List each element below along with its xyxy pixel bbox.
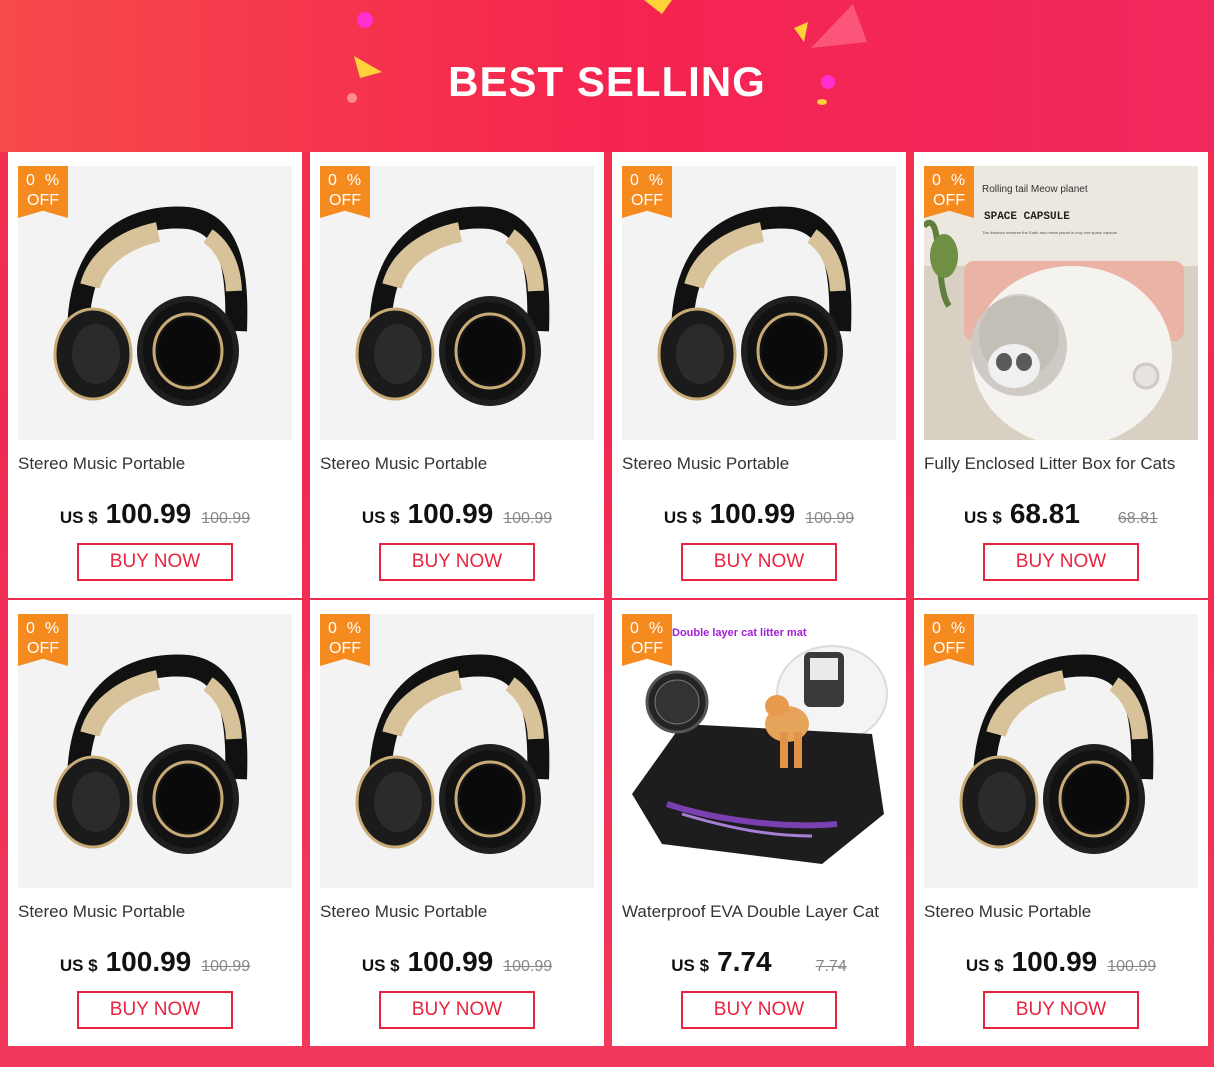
price-row: US $ 100.99 100.99 — [8, 498, 302, 530]
price-row: US $ 100.99 100.99 — [914, 946, 1208, 978]
image-caption-line: Rolling tail Meow planet — [982, 184, 1088, 195]
buy-now-button[interactable]: BUY NOW — [379, 543, 535, 581]
product-grid: 0% OFF Stereo Music Portable US $ 100.99 1… — [8, 152, 1212, 1047]
price: 100.99 — [105, 498, 192, 529]
currency-label: US $ — [663, 508, 702, 527]
old-price: 100.99 — [503, 958, 553, 975]
price-row: US $ 100.99 100.99 — [8, 946, 302, 978]
product-title[interactable]: Stereo Music Portable — [18, 454, 298, 474]
off-label: OFF — [631, 640, 663, 657]
currency-label: US $ — [965, 956, 1004, 975]
price: 100.99 — [1011, 946, 1098, 977]
discount-unit: % — [648, 172, 674, 189]
off-label: OFF — [631, 192, 663, 209]
price: 7.74 — [717, 946, 772, 977]
currency-label: US $ — [964, 508, 1002, 527]
product-card[interactable]: 0% OFF Stereo Music Portable US $ 100.99 1… — [8, 152, 302, 598]
old-price: 100.99 — [201, 958, 251, 975]
product-title[interactable]: Waterproof EVA Double Layer Cat — [622, 902, 902, 922]
confetti-decoration — [811, 4, 867, 48]
currency-label: US $ — [671, 956, 710, 975]
product-title[interactable]: Fully Enclosed Litter Box for Cats — [924, 454, 1204, 474]
old-price: 7.74 — [815, 958, 847, 975]
price-row: US $ 100.99 100.99 — [310, 946, 604, 978]
price-row: US $ 68.81 68.81 — [914, 498, 1208, 530]
currency-label: US $ — [59, 956, 98, 975]
product-card[interactable]: 0% OFF Stereo Music Portable US $ 100.99 1… — [310, 600, 604, 1046]
product-title[interactable]: Stereo Music Portable — [320, 454, 600, 474]
price: 100.99 — [709, 498, 796, 529]
product-title[interactable]: Stereo Music Portable — [320, 902, 600, 922]
discount-value: 0 — [26, 620, 45, 637]
off-label: OFF — [27, 192, 59, 209]
discount-badge: 0% OFF — [18, 614, 68, 666]
image-caption-line: Double layer cat litter mat — [672, 627, 807, 639]
discount-value: 0 — [328, 620, 347, 637]
currency-label: US $ — [59, 508, 98, 527]
old-price: 100.99 — [1107, 958, 1157, 975]
discount-badge: 0% OFF — [18, 166, 68, 218]
discount-unit: % — [44, 172, 70, 189]
discount-unit: % — [346, 620, 372, 637]
currency-label: US $ — [361, 508, 400, 527]
image-caption-line: SPACE CAPSULE — [984, 211, 1070, 223]
buy-now-button[interactable]: BUY NOW — [77, 991, 233, 1029]
price: 100.99 — [105, 946, 192, 977]
off-label: OFF — [27, 640, 59, 657]
product-title[interactable]: Stereo Music Portable — [622, 454, 902, 474]
discount-unit: % — [44, 620, 70, 637]
best-selling-banner: BEST SELLING — [0, 0, 1214, 152]
discount-value: 0 — [932, 172, 951, 189]
product-card[interactable]: Rolling tail Meow planet SPACE CAPSULE T… — [914, 152, 1208, 598]
product-card[interactable]: Double layer cat litter mat 0% OFF Water… — [612, 600, 906, 1046]
product-title[interactable]: Stereo Music Portable — [924, 902, 1204, 922]
discount-badge: 0% OFF — [622, 614, 672, 666]
old-price: 100.99 — [201, 510, 251, 527]
price-row: US $ 7.74 7.74 — [612, 946, 906, 978]
discount-unit: % — [648, 620, 674, 637]
confetti-decoration — [357, 12, 373, 28]
discount-value: 0 — [26, 172, 45, 189]
old-price: 100.99 — [503, 510, 553, 527]
buy-now-button[interactable]: BUY NOW — [983, 543, 1139, 581]
buy-now-button[interactable]: BUY NOW — [681, 991, 837, 1029]
confetti-decoration — [644, 0, 672, 14]
discount-value: 0 — [630, 620, 649, 637]
off-label: OFF — [329, 192, 361, 209]
discount-value: 0 — [630, 172, 649, 189]
discount-unit: % — [950, 620, 976, 637]
buy-now-button[interactable]: BUY NOW — [379, 991, 535, 1029]
price-row: US $ 100.99 100.99 — [310, 498, 604, 530]
product-title[interactable]: Stereo Music Portable — [18, 902, 298, 922]
discount-unit: % — [346, 172, 372, 189]
price: 100.99 — [407, 946, 494, 977]
discount-badge: 0% OFF — [924, 614, 974, 666]
discount-badge: 0% OFF — [320, 614, 370, 666]
off-label: OFF — [933, 640, 965, 657]
old-price: 100.99 — [805, 510, 855, 527]
buy-now-button[interactable]: BUY NOW — [77, 543, 233, 581]
banner-title: BEST SELLING — [448, 58, 766, 105]
discount-unit: % — [950, 172, 976, 189]
image-caption-line: The distance between the Earth and meow … — [982, 230, 1118, 235]
buy-now-button[interactable]: BUY NOW — [681, 543, 837, 581]
discount-badge: 0% OFF — [924, 166, 974, 218]
product-card[interactable]: 0% OFF Stereo Music Portable US $ 100.99 1… — [914, 600, 1208, 1046]
price-row: US $ 100.99 100.99 — [612, 498, 906, 530]
price: 68.81 — [1009, 498, 1080, 529]
discount-value: 0 — [932, 620, 951, 637]
off-label: OFF — [933, 192, 965, 209]
product-card[interactable]: 0% OFF Stereo Music Portable US $ 100.99 1… — [310, 152, 604, 598]
price: 100.99 — [407, 498, 494, 529]
discount-value: 0 — [328, 172, 347, 189]
currency-label: US $ — [361, 956, 400, 975]
buy-now-button[interactable]: BUY NOW — [983, 991, 1139, 1029]
discount-badge: 0% OFF — [320, 166, 370, 218]
product-card[interactable]: 0% OFF Stereo Music Portable US $ 100.99 1… — [612, 152, 906, 598]
off-label: OFF — [329, 640, 361, 657]
discount-badge: 0% OFF — [622, 166, 672, 218]
old-price: 68.81 — [1117, 510, 1158, 527]
product-card[interactable]: 0% OFF Stereo Music Portable US $ 100.99 1… — [8, 600, 302, 1046]
